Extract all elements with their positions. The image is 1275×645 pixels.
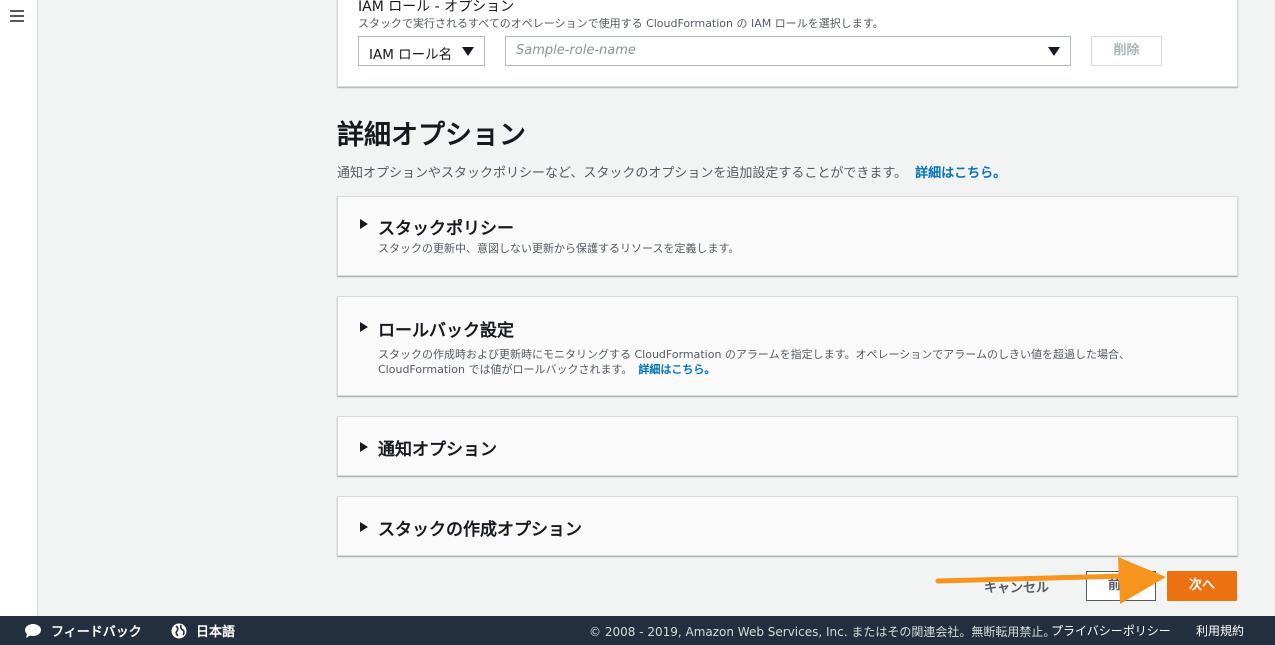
- rollback-learn-more-link[interactable]: 詳細はこちら。: [638, 363, 715, 376]
- expander-rollback-settings[interactable]: ロールバック設定 スタックの作成時および更新時にモニタリングする CloudFo…: [337, 296, 1238, 396]
- globe-icon: [171, 623, 187, 639]
- footer: フィードバック 日本語 © 2008 - 2019, Amazon Web Se…: [0, 616, 1275, 645]
- expand-caret-icon: [360, 322, 368, 332]
- expander-title: ロールバック設定: [378, 321, 514, 341]
- expander-stack-policy[interactable]: スタックポリシー スタックの更新中、意図しない更新から保護するリソースを定義しま…: [337, 196, 1238, 276]
- dropdown-caret-icon: [462, 47, 474, 56]
- speech-bubble-icon: [25, 624, 41, 638]
- previous-button[interactable]: 前へ: [1086, 571, 1156, 601]
- rollback-description-line1: スタックの作成時および更新時にモニタリングする CloudFormation の…: [378, 348, 1130, 361]
- expander-stack-creation-options[interactable]: スタックの作成オプション: [337, 496, 1238, 556]
- iam-role-description: スタックで実行されるすべてのオペレーションで使用する CloudFormatio…: [358, 17, 884, 30]
- learn-more-link[interactable]: 詳細はこちら。: [915, 166, 1006, 181]
- terms-of-use-link[interactable]: 利用規約: [1196, 622, 1244, 639]
- role-name-input[interactable]: Sample-role-name: [505, 36, 1071, 66]
- hamburger-menu-icon[interactable]: [10, 10, 24, 22]
- feedback-label: フィードバック: [51, 625, 142, 640]
- delete-button[interactable]: 削除: [1091, 36, 1162, 66]
- expander-title: スタックの作成オプション: [378, 520, 582, 540]
- advanced-options-text: 通知オプションやスタックポリシーなど、スタックのオプションを追加設定することがで…: [337, 166, 908, 181]
- expand-caret-icon: [360, 442, 368, 452]
- iam-role-panel: IAM ロール - オプション スタックで実行されるすべてのオペレーションで使用…: [337, 0, 1238, 87]
- cancel-button[interactable]: キャンセル: [984, 577, 1049, 596]
- expander-description: スタックの作成時および更新時にモニタリングする CloudFormation の…: [378, 347, 1130, 377]
- dropdown-caret-icon: [1048, 47, 1060, 56]
- left-navigation: [0, 0, 38, 616]
- next-button[interactable]: 次へ: [1167, 571, 1237, 601]
- copyright-text: © 2008 - 2019, Amazon Web Services, Inc.…: [589, 625, 1056, 639]
- advanced-options-description: 通知オプションやスタックポリシーなど、スタックのオプションを追加設定することがで…: [337, 162, 1006, 181]
- privacy-policy-link[interactable]: プライバシーポリシー: [1051, 622, 1171, 639]
- role-type-select[interactable]: IAM ロール名: [358, 36, 485, 66]
- role-type-value: IAM ロール名: [369, 47, 453, 63]
- advanced-options-title: 詳細オプション: [337, 120, 526, 151]
- expander-title: スタックポリシー: [378, 219, 514, 239]
- expander-notification-options[interactable]: 通知オプション: [337, 416, 1238, 476]
- language-label: 日本語: [196, 625, 236, 640]
- iam-role-title: IAM ロール - オプション: [358, 0, 515, 15]
- role-name-placeholder: Sample-role-name: [516, 43, 636, 58]
- expander-title: 通知オプション: [378, 440, 497, 460]
- expander-description: スタックの更新中、意図しない更新から保護するリソースを定義します。: [378, 242, 740, 255]
- expand-caret-icon: [360, 522, 368, 532]
- expand-caret-icon: [360, 219, 368, 229]
- rollback-description-line2: CloudFormation では値がロールバックされます。: [378, 363, 633, 376]
- language-selector[interactable]: 日本語: [171, 621, 235, 640]
- feedback-link[interactable]: フィードバック: [24, 621, 142, 640]
